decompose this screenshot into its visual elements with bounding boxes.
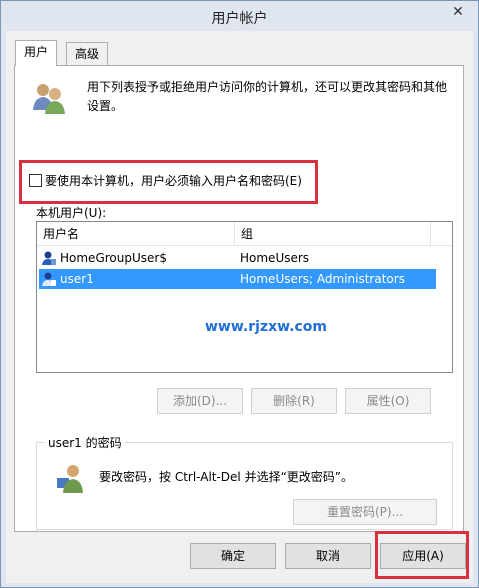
reset-password-button[interactable]: 重置密码(P)...: [293, 499, 437, 525]
password-group-title: user1 的密码: [45, 434, 125, 451]
window-title: 用户帐户: [211, 11, 268, 27]
add-user-button[interactable]: 添加(D)...: [157, 388, 243, 414]
tab-users[interactable]: 用户: [15, 40, 58, 66]
close-icon: ✕: [452, 4, 464, 20]
cancel-button[interactable]: 取消: [285, 543, 371, 569]
row-username: user1: [60, 272, 94, 286]
row-group: HomeUsers; Administrators: [240, 272, 405, 286]
table-row[interactable]: HomeGroupUser$ HomeUsers: [39, 248, 436, 268]
row-username: HomeGroupUser$: [60, 251, 167, 265]
column-header-group[interactable]: 组: [235, 222, 431, 246]
user-accounts-window: 用户帐户 ✕ 用户 高级 用下列表授予或拒绝用户访问你的计算机，还可以更改其密码…: [0, 0, 479, 588]
users-icon: [33, 84, 65, 114]
highlight-box-checkbox: [19, 160, 318, 204]
remove-user-button[interactable]: 删除(R): [251, 388, 337, 414]
users-list-header: 用户名 组: [37, 222, 452, 246]
ok-button[interactable]: 确定: [190, 543, 276, 569]
properties-button[interactable]: 属性(O): [345, 388, 431, 414]
user-icon: [42, 272, 56, 286]
table-row-selected[interactable]: user1 HomeUsers; Administrators: [39, 269, 436, 289]
users-list[interactable]: 用户名 组 HomeGroupUser$ HomeUsers user1 Hom…: [36, 221, 453, 373]
tab-advanced[interactable]: 高级: [66, 42, 109, 65]
tab-advanced-label: 高级: [75, 47, 100, 61]
password-instruction-text: 要改密码，按 Ctrl-Alt-Del 并选择“更改密码”。: [99, 470, 354, 484]
password-groupbox: user1 的密码 要改密码，按 Ctrl-Alt-Del 并选择“更改密码”。…: [36, 434, 453, 530]
dialog-client-area: 用户 高级 用下列表授予或拒绝用户访问你的计算机，还可以更改其密码和其他设置。 …: [6, 31, 473, 583]
user-password-icon: [57, 465, 83, 493]
user-icon: [42, 251, 56, 265]
users-section-label: 本机用户(U):: [36, 206, 107, 220]
tab-users-label: 用户: [24, 45, 49, 59]
highlight-box-apply: [375, 531, 469, 579]
column-header-username[interactable]: 用户名: [37, 222, 235, 246]
title-bar[interactable]: 用户帐户 ✕: [1, 1, 478, 31]
row-group: HomeUsers: [240, 251, 310, 265]
watermark-text: www.rjzxw.com: [205, 319, 327, 335]
description-text: 用下列表授予或拒绝用户访问你的计算机，还可以更改其密码和其他设置。: [87, 80, 448, 113]
users-tab-panel: 用下列表授予或拒绝用户访问你的计算机，还可以更改其密码和其他设置。 要使用本计算…: [14, 65, 464, 532]
close-button[interactable]: ✕: [442, 1, 474, 23]
